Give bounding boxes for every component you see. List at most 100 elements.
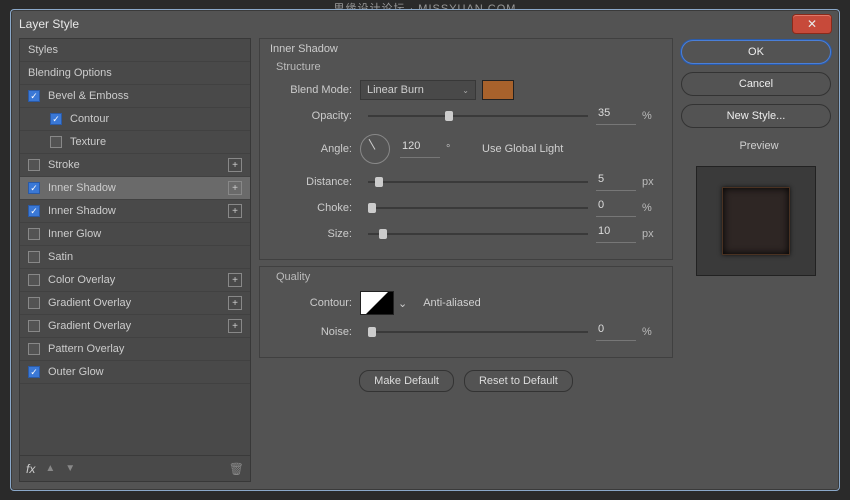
make-default-button[interactable]: Make Default <box>359 370 454 392</box>
trash-icon[interactable]: 🗑 <box>229 462 244 476</box>
layer-style-dialog: Layer Style ✕ Styles Blending Options Be… <box>10 9 840 491</box>
style-checkbox[interactable] <box>28 90 40 102</box>
choke-slider[interactable] <box>368 201 588 215</box>
style-checkbox[interactable] <box>50 113 62 125</box>
sidebar-header-blending[interactable]: Blending Options <box>20 62 250 85</box>
choke-row: Choke: 0 % <box>270 197 662 219</box>
size-row: Size: 10 px <box>270 223 662 245</box>
distance-value[interactable]: 5 <box>596 173 636 191</box>
style-item-gradient-overlay[interactable]: Gradient Overlay+ <box>20 315 250 338</box>
style-item-color-overlay[interactable]: Color Overlay+ <box>20 269 250 292</box>
opacity-value[interactable]: 35 <box>596 107 636 125</box>
choke-unit: % <box>642 202 662 214</box>
sidebar-header-styles[interactable]: Styles <box>20 39 250 62</box>
style-label: Color Overlay <box>48 274 228 286</box>
style-label: Texture <box>70 136 242 148</box>
style-item-bevel-emboss[interactable]: Bevel & Emboss <box>20 85 250 108</box>
style-checkbox[interactable] <box>28 274 40 286</box>
contour-row: Contour: ⌄ Anti-aliased <box>270 289 662 317</box>
chevron-down-icon[interactable]: ⌄ <box>398 297 407 310</box>
style-item-stroke[interactable]: Stroke+ <box>20 154 250 177</box>
style-checkbox[interactable] <box>28 228 40 240</box>
style-checkbox[interactable] <box>28 251 40 263</box>
structure-label: Structure <box>276 61 662 73</box>
distance-unit: px <box>642 176 662 188</box>
cancel-button[interactable]: Cancel <box>681 72 831 96</box>
distance-label: Distance: <box>270 176 360 188</box>
right-buttons: OK Cancel New Style... Preview <box>681 38 831 482</box>
window-title: Layer Style <box>19 17 79 31</box>
preview-thumbnail <box>696 166 816 276</box>
sidebar-footer: fx ▲ ▼ 🗑 <box>20 455 250 481</box>
ok-button[interactable]: OK <box>681 40 831 64</box>
style-checkbox[interactable] <box>28 297 40 309</box>
close-icon: ✕ <box>807 17 817 31</box>
add-effect-icon[interactable]: + <box>228 273 242 287</box>
style-item-gradient-overlay[interactable]: Gradient Overlay+ <box>20 292 250 315</box>
preview-inner <box>722 187 790 255</box>
close-button[interactable]: ✕ <box>793 15 831 33</box>
add-effect-icon[interactable]: + <box>228 158 242 172</box>
style-label: Inner Glow <box>48 228 242 240</box>
contour-picker[interactable] <box>360 291 394 315</box>
size-value[interactable]: 10 <box>596 225 636 243</box>
style-label: Gradient Overlay <box>48 297 228 309</box>
antialias-label: Anti-aliased <box>423 297 480 309</box>
quality-fieldset: Quality Contour: ⌄ Anti-aliased Noise: 0… <box>259 266 673 358</box>
style-checkbox[interactable] <box>28 182 40 194</box>
style-checkbox[interactable] <box>28 366 40 378</box>
blend-mode-select[interactable]: Linear Burn ⌄ <box>360 80 476 100</box>
shadow-color-swatch[interactable] <box>482 80 514 100</box>
opacity-slider[interactable] <box>368 109 588 123</box>
style-label: Gradient Overlay <box>48 320 228 332</box>
noise-slider[interactable] <box>368 325 588 339</box>
distance-slider[interactable] <box>368 175 588 189</box>
style-item-contour[interactable]: Contour <box>20 108 250 131</box>
distance-row: Distance: 5 px <box>270 171 662 193</box>
style-label: Bevel & Emboss <box>48 90 242 102</box>
style-item-inner-shadow[interactable]: Inner Shadow+ <box>20 200 250 223</box>
size-unit: px <box>642 228 662 240</box>
opacity-row: Opacity: 35 % <box>270 105 662 127</box>
add-effect-icon[interactable]: + <box>228 181 242 195</box>
new-style-button[interactable]: New Style... <box>681 104 831 128</box>
blend-mode-row: Blend Mode: Linear Burn ⌄ <box>270 79 662 101</box>
style-item-outer-glow[interactable]: Outer Glow <box>20 361 250 384</box>
contour-label: Contour: <box>270 297 360 309</box>
add-effect-icon[interactable]: + <box>228 204 242 218</box>
add-effect-icon[interactable]: + <box>228 319 242 333</box>
noise-value[interactable]: 0 <box>596 323 636 341</box>
style-item-satin[interactable]: Satin <box>20 246 250 269</box>
angle-value[interactable]: 120 <box>400 140 440 158</box>
reset-default-button[interactable]: Reset to Default <box>464 370 573 392</box>
fx-icon[interactable]: fx <box>26 462 35 476</box>
arrow-up-icon[interactable]: ▲ <box>45 463 55 474</box>
use-global-light-label: Use Global Light <box>482 143 563 155</box>
arrow-down-icon[interactable]: ▼ <box>65 463 75 474</box>
preview-label: Preview <box>739 140 778 152</box>
sidebar-label: Styles <box>28 44 242 56</box>
style-label: Inner Shadow <box>48 205 228 217</box>
add-effect-icon[interactable]: + <box>228 296 242 310</box>
quality-label: Quality <box>276 271 662 283</box>
style-label: Inner Shadow <box>48 182 228 194</box>
angle-unit: ° <box>446 143 466 155</box>
style-item-inner-glow[interactable]: Inner Glow <box>20 223 250 246</box>
angle-label: Angle: <box>270 143 360 155</box>
style-checkbox[interactable] <box>28 159 40 171</box>
style-item-texture[interactable]: Texture <box>20 131 250 154</box>
style-checkbox[interactable] <box>50 136 62 148</box>
style-checkbox[interactable] <box>28 320 40 332</box>
angle-dial[interactable] <box>360 134 390 164</box>
style-checkbox[interactable] <box>28 343 40 355</box>
sidebar-label: Blending Options <box>28 67 242 79</box>
style-checkbox[interactable] <box>28 205 40 217</box>
choke-value[interactable]: 0 <box>596 199 636 217</box>
blend-mode-label: Blend Mode: <box>270 84 360 96</box>
style-label: Stroke <box>48 159 228 171</box>
size-slider[interactable] <box>368 227 588 241</box>
style-item-pattern-overlay[interactable]: Pattern Overlay <box>20 338 250 361</box>
titlebar: Layer Style ✕ <box>11 10 839 38</box>
blend-mode-value: Linear Burn <box>367 84 424 96</box>
style-item-inner-shadow[interactable]: Inner Shadow+ <box>20 177 250 200</box>
